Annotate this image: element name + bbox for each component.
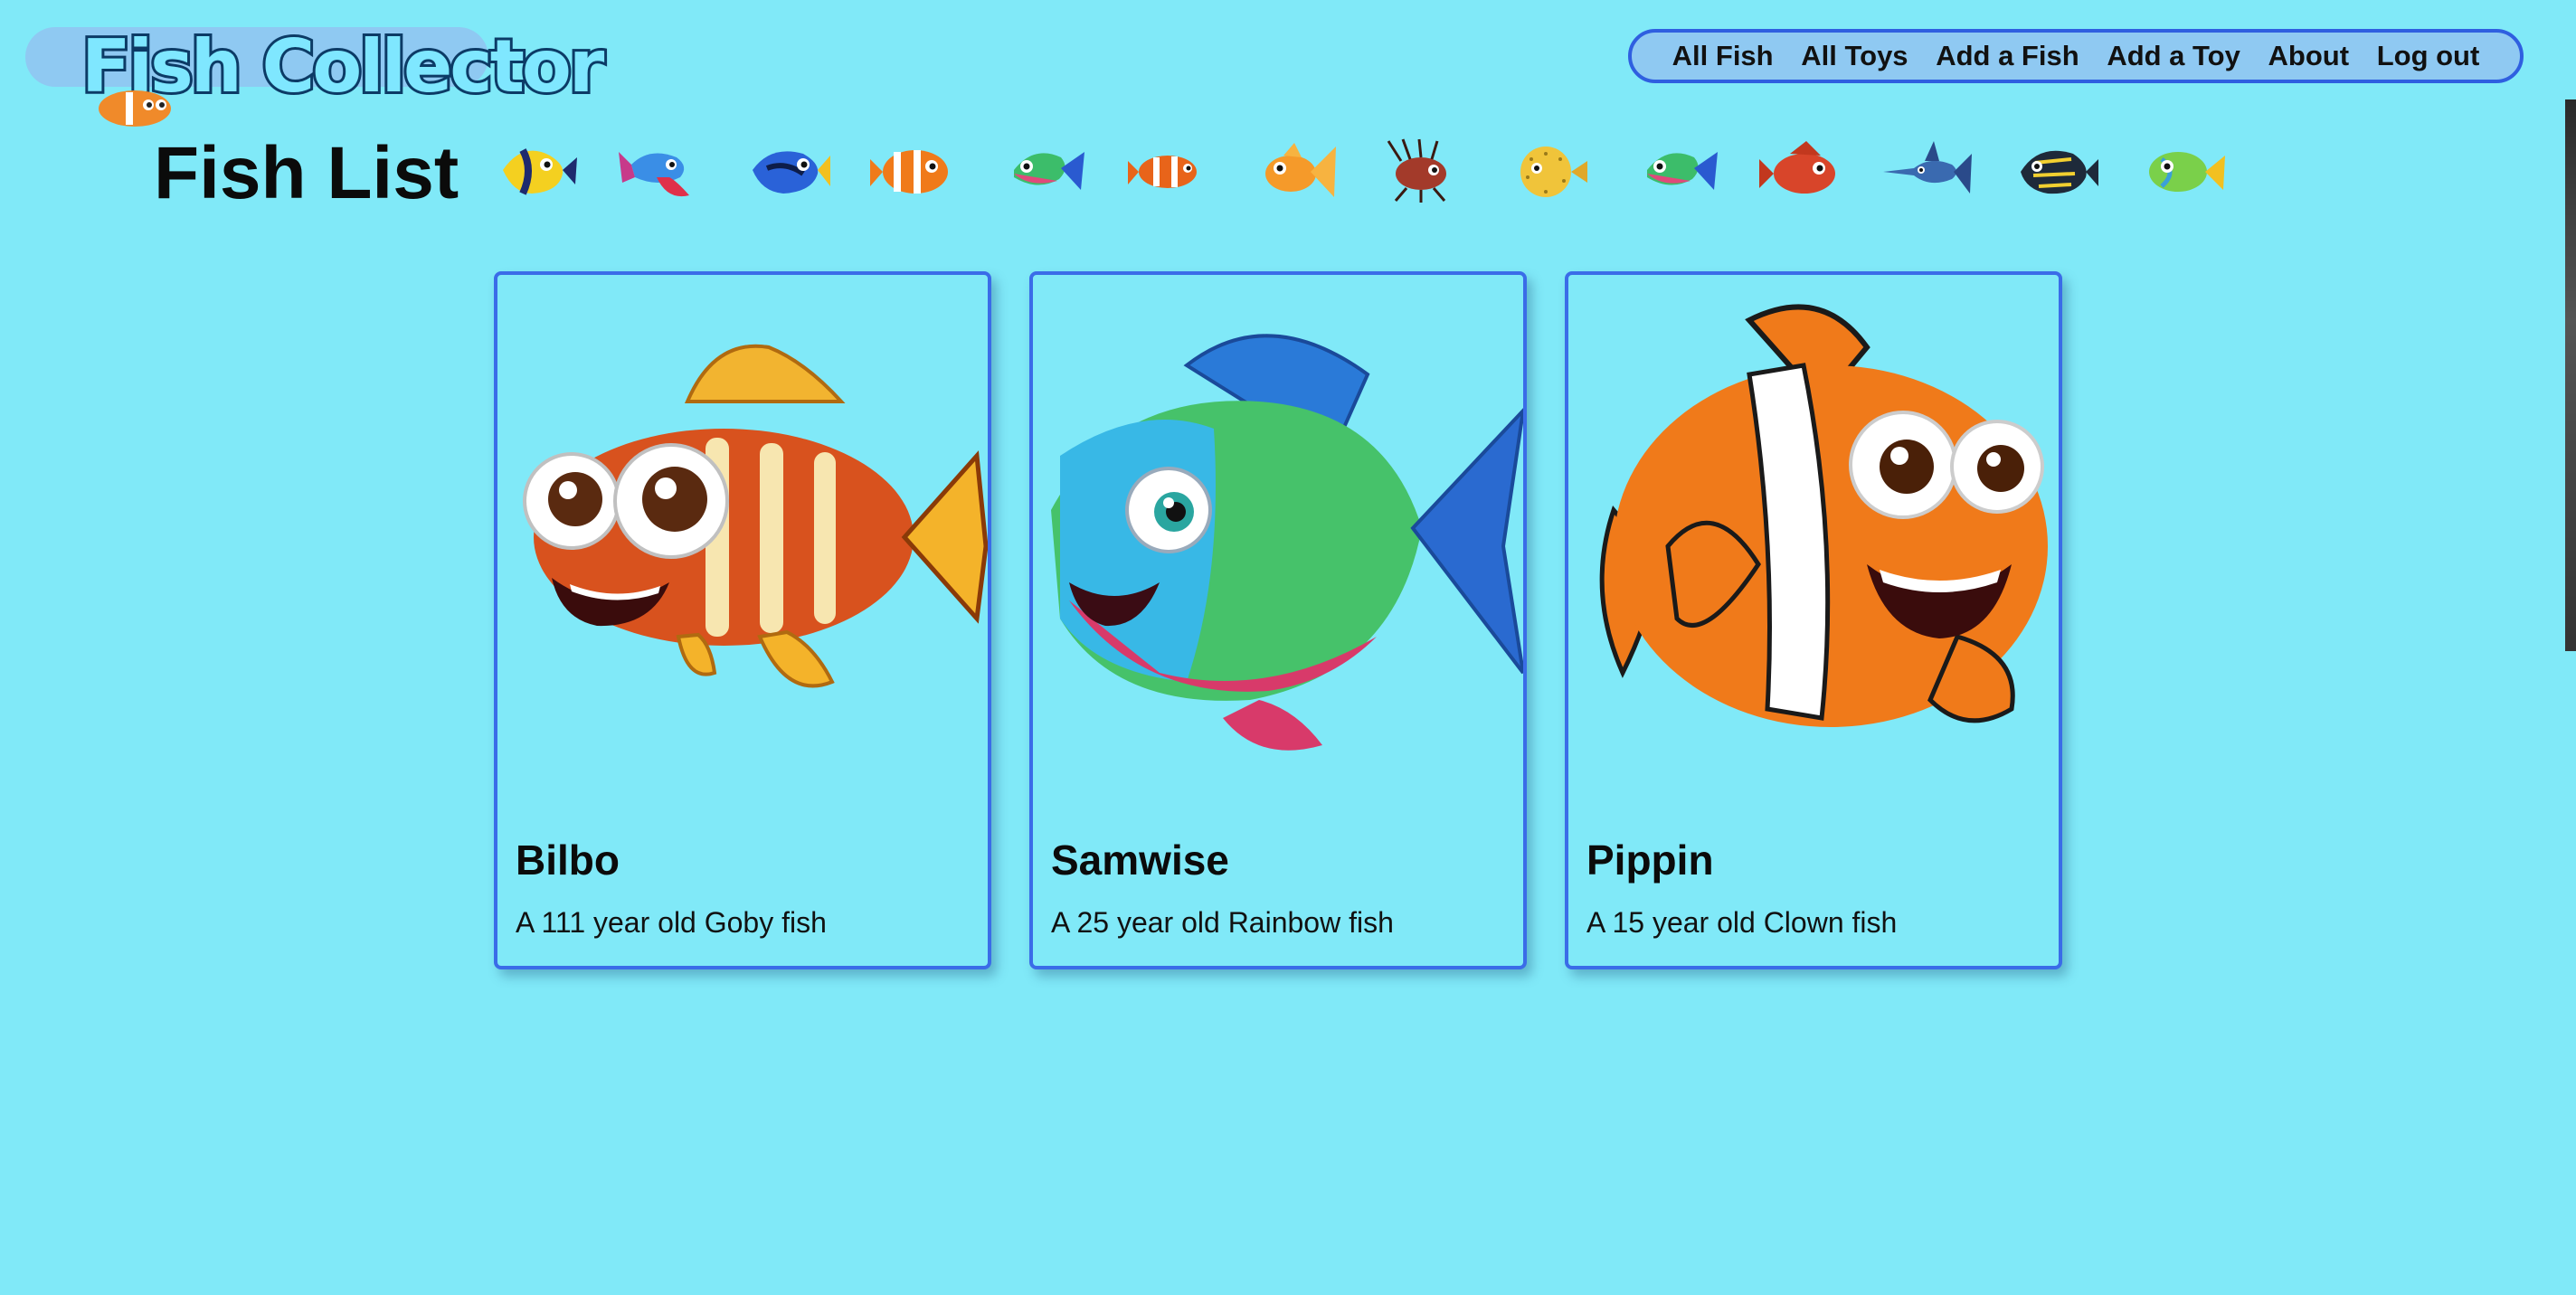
- fish-card-list: Bilbo A 111 year old Goby fish Samwise A…: [494, 271, 2062, 969]
- nav-all-fish[interactable]: All Fish: [1672, 40, 1774, 72]
- fish-card[interactable]: Samwise A 25 year old Rainbow fish: [1029, 271, 1527, 969]
- nav-all-toys[interactable]: All Toys: [1801, 40, 1908, 72]
- red-fish-icon: [1752, 127, 1850, 213]
- clown-fish-image: [1568, 275, 2059, 781]
- lionfish-icon: [1372, 127, 1470, 213]
- pufferfish-icon: [1499, 127, 1596, 213]
- yellow-tang-icon: [485, 127, 582, 213]
- fish-description: A 25 year old Rainbow fish: [1051, 906, 1394, 939]
- site-logo[interactable]: Fish Collector: [25, 13, 607, 127]
- rainbow-fish-icon: [1625, 127, 1723, 213]
- small-clownfish-icon: [1119, 127, 1217, 213]
- rainbow-fish-image: [1033, 275, 1523, 781]
- triggerfish-icon: [2006, 127, 2104, 213]
- fish-name: Samwise: [1051, 837, 1229, 884]
- nav-about[interactable]: About: [2268, 40, 2350, 72]
- fish-description: A 111 year old Goby fish: [516, 906, 827, 939]
- fish-name: Bilbo: [516, 837, 620, 884]
- betta-icon: [611, 127, 709, 213]
- fish-icon-row: [485, 123, 2230, 217]
- logo-clownfish-icon: [99, 90, 171, 127]
- swordfish-icon: [1880, 127, 1977, 213]
- clownfish-icon: [865, 127, 962, 213]
- window-edge: [2565, 99, 2576, 651]
- page-title: Fish List: [154, 132, 459, 214]
- nav-add-toy[interactable]: Add a Toy: [2107, 40, 2240, 72]
- fish-description: A 15 year old Clown fish: [1586, 906, 1898, 939]
- goby-fish-image: [497, 275, 988, 781]
- fish-card[interactable]: Bilbo A 111 year old Goby fish: [494, 271, 991, 969]
- green-fish-icon: [2133, 127, 2230, 213]
- nav-add-fish[interactable]: Add a Fish: [1936, 40, 2079, 72]
- goldfish-icon: [1245, 127, 1343, 213]
- rainbow-fish-icon: [992, 127, 1090, 213]
- nav-log-out[interactable]: Log out: [2377, 40, 2480, 72]
- fish-card[interactable]: Pippin A 15 year old Clown fish: [1565, 271, 2062, 969]
- blue-tang-icon: [738, 127, 836, 213]
- fish-name: Pippin: [1586, 837, 1714, 884]
- main-nav: All Fish All Toys Add a Fish Add a Toy A…: [1628, 29, 2524, 83]
